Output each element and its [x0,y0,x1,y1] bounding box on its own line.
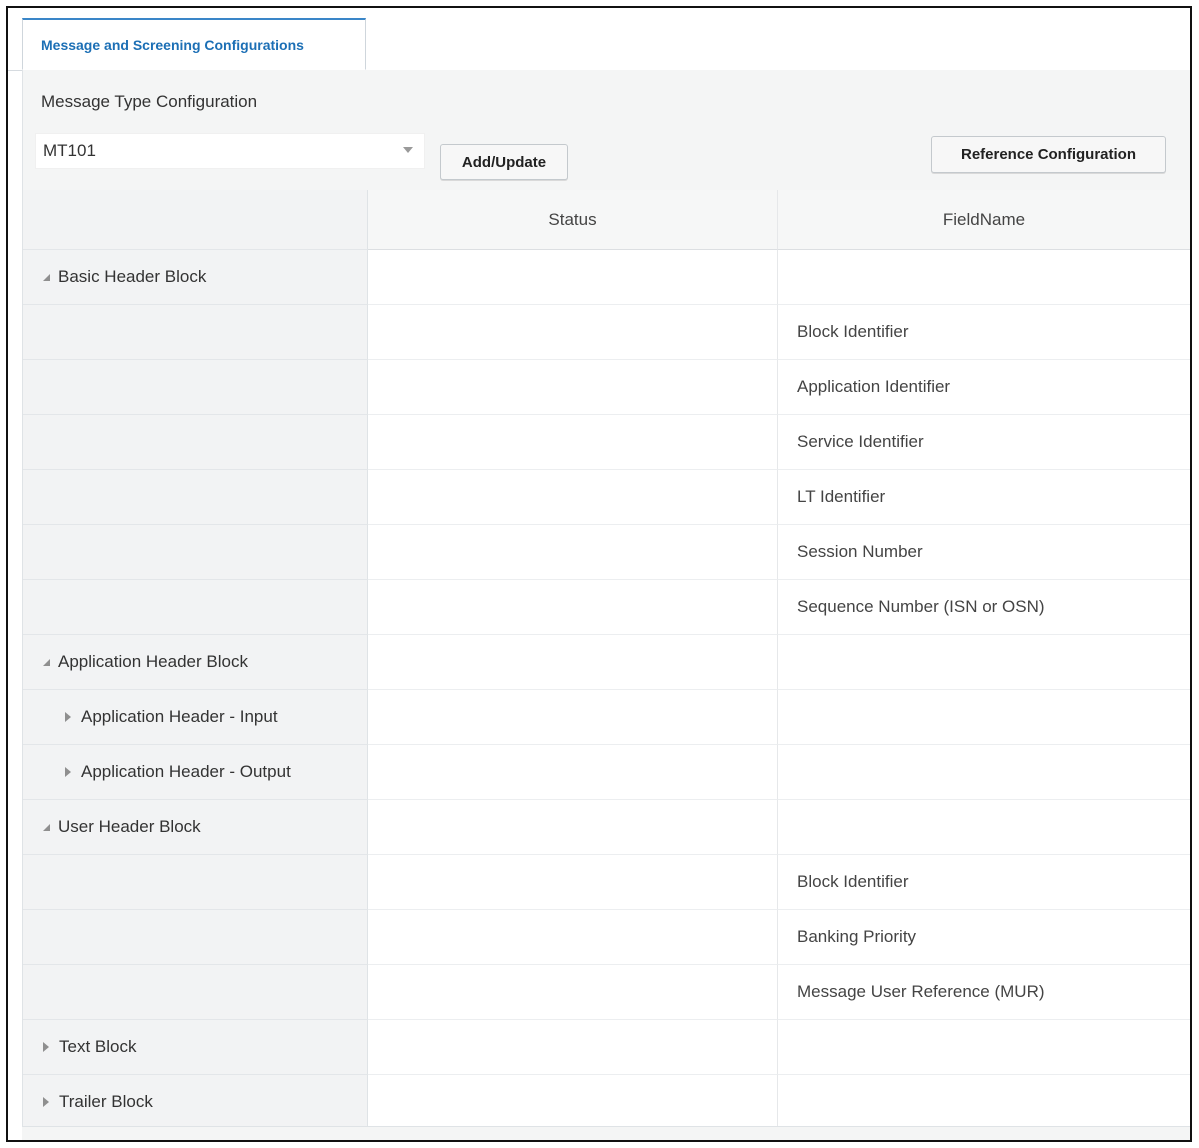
fieldname-cell: Session Number [778,525,1190,580]
tree-node-cell [23,525,368,580]
table-row[interactable]: Application Header - Input [23,690,1190,745]
table-row[interactable]: Trailer Block [23,1075,1190,1130]
table-row[interactable]: Text Block [23,1020,1190,1075]
tab-strip: Message and Screening Configurations [8,8,1190,71]
fieldname-cell: Block Identifier [778,855,1190,910]
field-tree-table: Status FieldName Basic Header Block Bloc… [22,190,1190,1130]
status-cell [368,360,778,415]
table-row[interactable]: Service Identifier [23,415,1190,470]
column-header-status[interactable]: Status [368,190,778,250]
fieldname-cell: Sequence Number (ISN or OSN) [778,580,1190,635]
chevron-down-icon[interactable] [403,147,413,153]
tab-message-screening-configurations[interactable]: Message and Screening Configurations [22,18,366,70]
section-label: Message Type Configuration [41,92,258,111]
status-cell [368,250,778,305]
tree-node-cell[interactable]: Application Header Block [23,635,368,690]
fieldname-cell: Service Identifier [778,415,1190,470]
column-header-name [23,190,368,250]
tree-node-label: Application Header Block [58,652,248,671]
tree-node-label: Trailer Block [59,1092,153,1111]
tree-node-cell [23,965,368,1020]
column-header-fieldname[interactable]: FieldName [778,190,1190,250]
tree-node-cell[interactable]: Text Block [23,1020,368,1075]
status-cell [368,800,778,855]
message-type-value: MT101 [43,141,96,160]
table-row[interactable]: Session Number [23,525,1190,580]
table-row[interactable]: User Header Block [23,800,1190,855]
table-row[interactable]: Application Header - Output [23,745,1190,800]
status-cell [368,1075,778,1130]
table-row[interactable]: Application Header Block [23,635,1190,690]
status-cell [368,580,778,635]
add-update-button[interactable]: Add/Update [440,144,568,180]
table-header-row: Status FieldName [23,190,1190,250]
fieldname-cell [778,690,1190,745]
expanded-triangle-icon[interactable] [43,823,50,831]
status-cell [368,525,778,580]
tree-node-cell [23,855,368,910]
fieldname-cell [778,250,1190,305]
status-cell [368,635,778,690]
fieldname-cell: Application Identifier [778,360,1190,415]
tree-node-label: Basic Header Block [58,267,207,286]
tree-node-cell [23,910,368,965]
status-cell [368,305,778,360]
tree-node-cell [23,415,368,470]
fieldname-cell [778,800,1190,855]
status-cell [368,745,778,800]
expanded-triangle-icon[interactable] [43,273,50,281]
tree-node-cell [23,360,368,415]
tree-node-label: Application Header - Input [81,707,278,726]
fieldname-cell [778,1075,1190,1130]
fieldname-cell: LT Identifier [778,470,1190,525]
fieldname-cell: Block Identifier [778,305,1190,360]
tab-label: Message and Screening Configurations [41,36,304,53]
tree-node-label: Text Block [59,1037,137,1056]
tree-node-label: Application Header - Output [81,762,291,781]
app-frame: Message and Screening Configurations Mes… [6,6,1192,1142]
fieldname-cell [778,1020,1190,1075]
tree-node-cell[interactable]: Trailer Block [23,1075,368,1130]
message-type-toolbar: Message Type Configuration MT101 Add/Upd… [22,70,1190,191]
status-cell [368,965,778,1020]
collapsed-triangle-icon[interactable] [65,712,71,722]
reference-configuration-button[interactable]: Reference Configuration [931,136,1166,173]
table-row[interactable]: Block Identifier [23,305,1190,360]
message-type-select[interactable]: MT101 [35,133,425,169]
tree-node-cell[interactable]: User Header Block [23,800,368,855]
fieldname-cell: Message User Reference (MUR) [778,965,1190,1020]
status-cell [368,855,778,910]
collapsed-triangle-icon[interactable] [43,1042,49,1052]
tree-node-cell[interactable]: Basic Header Block [23,250,368,305]
table-row[interactable]: Message User Reference (MUR) [23,965,1190,1020]
status-cell [368,415,778,470]
status-cell [368,690,778,745]
status-cell [368,470,778,525]
table-row[interactable]: Basic Header Block [23,250,1190,305]
table-row[interactable]: Banking Priority [23,910,1190,965]
status-cell [368,1020,778,1075]
fieldname-cell [778,745,1190,800]
expanded-triangle-icon[interactable] [43,658,50,666]
table-row[interactable]: LT Identifier [23,470,1190,525]
status-cell [368,910,778,965]
tree-node-cell[interactable]: Application Header - Output [23,745,368,800]
collapsed-triangle-icon[interactable] [65,767,71,777]
tree-node-cell[interactable]: Application Header - Input [23,690,368,745]
tree-node-label: User Header Block [58,817,201,836]
table-row[interactable]: Sequence Number (ISN or OSN) [23,580,1190,635]
fieldname-cell: Banking Priority [778,910,1190,965]
fieldname-cell [778,635,1190,690]
tree-node-cell [23,580,368,635]
table-row[interactable]: Application Identifier [23,360,1190,415]
collapsed-triangle-icon[interactable] [43,1097,49,1107]
table-row[interactable]: Block Identifier [23,855,1190,910]
tree-node-cell [23,305,368,360]
tree-node-cell [23,470,368,525]
table-footer [22,1126,1190,1140]
